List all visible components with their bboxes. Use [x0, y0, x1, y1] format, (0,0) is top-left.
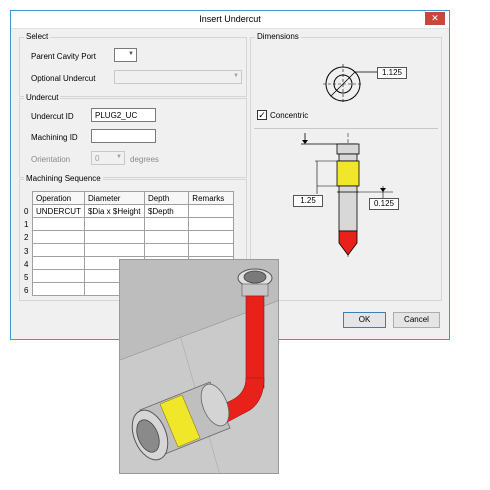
cell-remarks[interactable]	[188, 243, 234, 257]
cell-remarks[interactable]	[188, 217, 234, 231]
close-button[interactable]: ✕	[425, 12, 445, 25]
upper-body	[338, 153, 358, 162]
concentric-checkbox[interactable]: ✓	[257, 110, 267, 120]
chevron-down-icon: ▼	[128, 51, 134, 57]
cancel-button[interactable]: Cancel	[393, 312, 440, 328]
col-header-depth[interactable]: Depth	[143, 191, 190, 205]
machining-id-input[interactable]	[91, 129, 156, 143]
cell-operation[interactable]	[32, 269, 85, 283]
table-row[interactable]	[32, 217, 234, 231]
lower-body	[338, 185, 358, 232]
select-group: Select	[19, 32, 247, 97]
top-dim-arrowhead	[302, 140, 308, 144]
parent-cavity-port-label: Parent Cavity Port	[31, 52, 96, 61]
top-collar	[336, 143, 360, 155]
cell-operation[interactable]	[32, 217, 85, 231]
row-number: 3	[24, 246, 29, 256]
cell-operation[interactable]: UNDERCUT	[32, 204, 85, 218]
row-number: 4	[24, 259, 29, 269]
degrees-label: degrees	[130, 155, 159, 164]
cell-operation[interactable]	[32, 282, 85, 296]
cell-depth[interactable]: $Depth	[143, 204, 190, 218]
cell-operation[interactable]	[32, 243, 85, 257]
row-number: 5	[24, 273, 29, 282]
3d-preview-viewport[interactable]	[119, 259, 279, 474]
col-header-diameter[interactable]: Diameter	[83, 191, 145, 205]
col-header-remarks[interactable]: Remarks	[188, 191, 234, 205]
orientation-value: 0	[95, 154, 100, 163]
top-fitting-body	[241, 283, 269, 297]
parent-cavity-port-dropdown[interactable]: ▼	[114, 48, 137, 62]
orientation-label: Orientation	[31, 155, 71, 164]
table-row[interactable]	[32, 230, 234, 244]
undercut-id-label: Undercut ID	[31, 112, 74, 121]
undercut-section	[336, 160, 360, 187]
table-header-row: Operation Diameter Depth Remarks	[32, 191, 234, 205]
chevron-down-icon: ▼	[233, 73, 239, 79]
dialog-title: Insert Undercut	[199, 14, 261, 24]
row-number: 6	[24, 286, 29, 296]
depth-arrowhead	[380, 188, 386, 192]
col-header-operation[interactable]: Operation	[32, 191, 85, 205]
checkmark-icon: ✓	[258, 110, 266, 120]
cell-remarks[interactable]	[188, 230, 234, 244]
optional-undercut-label: Optional Undercut	[31, 74, 96, 83]
row-number: 0	[24, 207, 29, 216]
chevron-down-icon: ▼	[116, 154, 122, 160]
height-value-box: 1.25	[293, 195, 323, 207]
close-icon: ✕	[431, 13, 439, 23]
depth-value-box: 0.125	[369, 198, 399, 210]
table-row[interactable]: UNDERCUT $Dia x $Height $Depth	[32, 204, 234, 218]
optional-undercut-dropdown[interactable]: ▼	[114, 70, 242, 84]
cell-remarks[interactable]	[188, 204, 234, 218]
row-number: 1	[24, 220, 29, 230]
cell-depth[interactable]	[143, 217, 190, 231]
cell-diameter[interactable]	[83, 217, 145, 231]
concentric-label[interactable]: Concentric	[270, 111, 308, 120]
undercut-id-input[interactable]: PLUG2_UC	[91, 108, 156, 122]
machining-id-label: Machining ID	[31, 133, 78, 142]
ok-button[interactable]: OK	[343, 312, 386, 328]
table-row[interactable]	[32, 243, 234, 257]
cell-operation[interactable]	[32, 256, 85, 270]
top-fitting-bore	[243, 270, 267, 284]
undercut-group-title: Undercut	[24, 93, 61, 102]
select-group-title: Select	[24, 32, 51, 41]
cell-diameter[interactable]: $Dia x $Height	[83, 204, 145, 218]
drill-tip	[338, 230, 358, 256]
diameter-value-box: 1.125	[377, 67, 407, 79]
machining-sequence-title: Machining Sequence	[24, 174, 103, 183]
dimensions-group-title: Dimensions	[255, 32, 301, 41]
cell-diameter[interactable]	[83, 243, 145, 257]
row-number: 2	[24, 233, 29, 243]
orientation-dropdown[interactable]: 0 ▼	[91, 151, 125, 165]
section-divider	[254, 128, 438, 129]
cell-depth[interactable]	[143, 230, 190, 244]
cell-diameter[interactable]	[83, 230, 145, 244]
cell-operation[interactable]	[32, 230, 85, 244]
title-bar[interactable]: Insert Undercut ✕	[11, 11, 449, 29]
3d-model-render	[120, 260, 278, 473]
cell-depth[interactable]	[143, 243, 190, 257]
red-vertical-bore	[245, 295, 265, 389]
